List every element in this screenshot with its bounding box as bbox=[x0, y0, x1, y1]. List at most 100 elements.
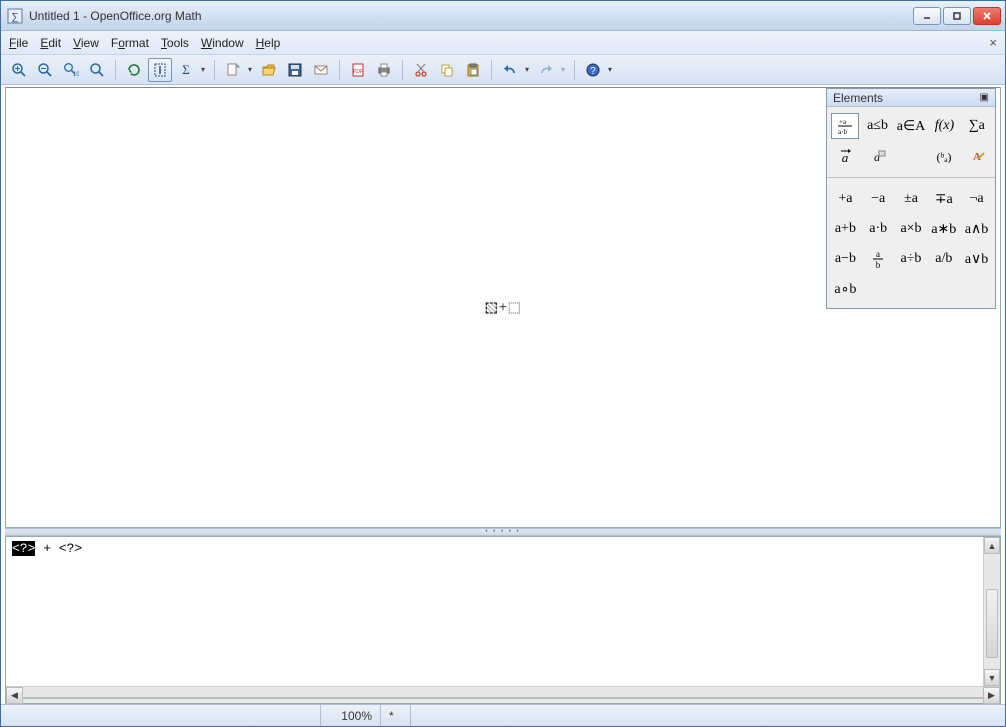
op-6[interactable]: a·b bbox=[864, 216, 893, 242]
placeholder-2 bbox=[509, 302, 520, 313]
status-zoom[interactable]: 100% bbox=[321, 705, 381, 726]
element-operators: +a−a±a∓a¬aa+ba·ba×ba∗ba∧ba−baba÷ba/ba∨ba… bbox=[827, 180, 995, 308]
op-1[interactable]: −a bbox=[864, 186, 893, 212]
op-4[interactable]: ¬a bbox=[962, 186, 991, 212]
menubar: File Edit View Format Tools Window Help … bbox=[1, 31, 1005, 55]
scroll-left-icon[interactable]: ◀ bbox=[6, 687, 23, 704]
scroll-down-icon[interactable]: ▼ bbox=[984, 669, 1000, 686]
op-10[interactable]: a−b bbox=[831, 246, 860, 272]
svg-text:Σ: Σ bbox=[182, 62, 190, 77]
op-2[interactable]: ±a bbox=[897, 186, 926, 212]
menu-view[interactable]: View bbox=[73, 36, 99, 50]
titlebar: ∑ Untitled 1 - OpenOffice.org Math bbox=[1, 1, 1005, 31]
cat-functions[interactable]: f(x) bbox=[930, 113, 958, 139]
vertical-scrollbar[interactable]: ▲ ▼ bbox=[983, 537, 1000, 686]
op-15[interactable]: a∘b bbox=[831, 276, 860, 302]
mail-button[interactable] bbox=[309, 58, 333, 82]
hscroll-thumb[interactable] bbox=[23, 697, 983, 699]
op-0[interactable]: +a bbox=[831, 186, 860, 212]
editor-selection: <?> bbox=[12, 541, 35, 556]
statusbar: 100% * bbox=[1, 704, 1005, 726]
placeholder-1 bbox=[486, 302, 497, 313]
menu-file[interactable]: File bbox=[9, 36, 28, 50]
print-button[interactable] bbox=[372, 58, 396, 82]
cat-others[interactable]: a bbox=[863, 143, 891, 169]
op-8[interactable]: a∗b bbox=[929, 216, 958, 242]
window-title: Untitled 1 - OpenOffice.org Math bbox=[29, 9, 913, 23]
elements-panel-title[interactable]: Elements ▣ bbox=[827, 89, 995, 107]
formula-cursor-button[interactable] bbox=[148, 58, 172, 82]
menu-help[interactable]: Help bbox=[256, 36, 281, 50]
formula-preview-pane[interactable]: + Elements ▣ +aa·b a≤b a∈A f(x) ∑a a a bbox=[5, 87, 1001, 528]
menu-edit[interactable]: Edit bbox=[40, 36, 61, 50]
toolbar: 100 Σ ▾ ▾ PDF ▾ ▾ ? ▾ bbox=[1, 55, 1005, 85]
pin-icon[interactable]: ▣ bbox=[980, 92, 989, 103]
svg-text:?: ? bbox=[590, 66, 596, 77]
new-dropdown[interactable]: ▾ bbox=[245, 65, 255, 74]
app-window: ∑ Untitled 1 - OpenOffice.org Math File … bbox=[0, 0, 1006, 727]
svg-text:a: a bbox=[842, 150, 849, 165]
document-close-icon[interactable]: × bbox=[989, 35, 997, 50]
svg-text:∑: ∑ bbox=[11, 12, 18, 23]
export-pdf-button[interactable]: PDF bbox=[346, 58, 370, 82]
toolbar-overflow-2[interactable]: ▾ bbox=[605, 65, 615, 74]
cat-empty bbox=[896, 143, 927, 169]
open-button[interactable] bbox=[257, 58, 281, 82]
op-5[interactable]: a+b bbox=[831, 216, 860, 242]
cut-button[interactable] bbox=[409, 58, 433, 82]
help-button[interactable]: ? bbox=[581, 58, 605, 82]
vscroll-thumb[interactable] bbox=[986, 589, 998, 658]
menu-window[interactable]: Window bbox=[201, 36, 244, 50]
cat-set[interactable]: a∈A bbox=[896, 113, 927, 139]
splitter[interactable]: • • • • • bbox=[5, 528, 1001, 536]
toolbar-overflow-1[interactable]: ▾ bbox=[198, 65, 208, 74]
menu-format[interactable]: Format bbox=[111, 36, 149, 50]
formula-editor[interactable]: <?> + <?> bbox=[6, 537, 1000, 686]
redo-dropdown[interactable]: ▾ bbox=[558, 65, 568, 74]
cat-formats[interactable]: A bbox=[963, 143, 991, 169]
redo-button[interactable] bbox=[534, 58, 558, 82]
zoom-in-button[interactable] bbox=[7, 58, 31, 82]
horizontal-scrollbar[interactable]: ◀ ▶ bbox=[6, 686, 1000, 703]
save-button[interactable] bbox=[283, 58, 307, 82]
work-area: + Elements ▣ +aa·b a≤b a∈A f(x) ∑a a a bbox=[1, 85, 1005, 704]
op-9[interactable]: a∧b bbox=[962, 216, 991, 242]
cat-operators[interactable]: ∑a bbox=[963, 113, 991, 139]
element-categories: +aa·b a≤b a∈A f(x) ∑a a a (ᵇₐ) A bbox=[827, 107, 995, 178]
elements-panel[interactable]: Elements ▣ +aa·b a≤b a∈A f(x) ∑a a a (ᵇₐ… bbox=[826, 88, 996, 309]
copy-button[interactable] bbox=[435, 58, 459, 82]
cat-attributes[interactable]: a bbox=[831, 143, 859, 169]
undo-dropdown[interactable]: ▾ bbox=[522, 65, 532, 74]
undo-button[interactable] bbox=[498, 58, 522, 82]
svg-text:+a: +a bbox=[839, 118, 847, 126]
zoom-out-button[interactable] bbox=[33, 58, 57, 82]
refresh-button[interactable] bbox=[122, 58, 146, 82]
minimize-button[interactable] bbox=[913, 7, 941, 25]
svg-text:100: 100 bbox=[73, 72, 79, 78]
svg-text:a: a bbox=[876, 249, 880, 259]
app-icon: ∑ bbox=[7, 8, 23, 24]
svg-text:b: b bbox=[876, 260, 881, 269]
scroll-right-icon[interactable]: ▶ bbox=[983, 687, 1000, 704]
zoom-100-button[interactable]: 100 bbox=[59, 58, 83, 82]
op-3[interactable]: ∓a bbox=[929, 186, 958, 212]
new-button[interactable] bbox=[221, 58, 245, 82]
cat-relations[interactable]: a≤b bbox=[863, 113, 891, 139]
op-12[interactable]: a÷b bbox=[897, 246, 926, 272]
op-14[interactable]: a∨b bbox=[962, 246, 991, 272]
zoom-button[interactable] bbox=[85, 58, 109, 82]
op-11[interactable]: ab bbox=[864, 246, 893, 272]
menu-tools[interactable]: Tools bbox=[161, 36, 189, 50]
op-13[interactable]: a/b bbox=[929, 246, 958, 272]
scroll-up-icon[interactable]: ▲ bbox=[984, 537, 1000, 554]
svg-text:PDF: PDF bbox=[353, 69, 363, 75]
close-button[interactable] bbox=[973, 7, 1001, 25]
editor-container: <?> + <?> ▲ ▼ ◀ ▶ bbox=[5, 536, 1001, 704]
cat-unary-binary[interactable]: +aa·b bbox=[831, 113, 859, 139]
preview-operator: + bbox=[499, 299, 507, 316]
catalog-button[interactable]: Σ bbox=[174, 58, 198, 82]
paste-button[interactable] bbox=[461, 58, 485, 82]
maximize-button[interactable] bbox=[943, 7, 971, 25]
cat-brackets[interactable]: (ᵇₐ) bbox=[930, 143, 958, 169]
op-7[interactable]: a×b bbox=[897, 216, 926, 242]
